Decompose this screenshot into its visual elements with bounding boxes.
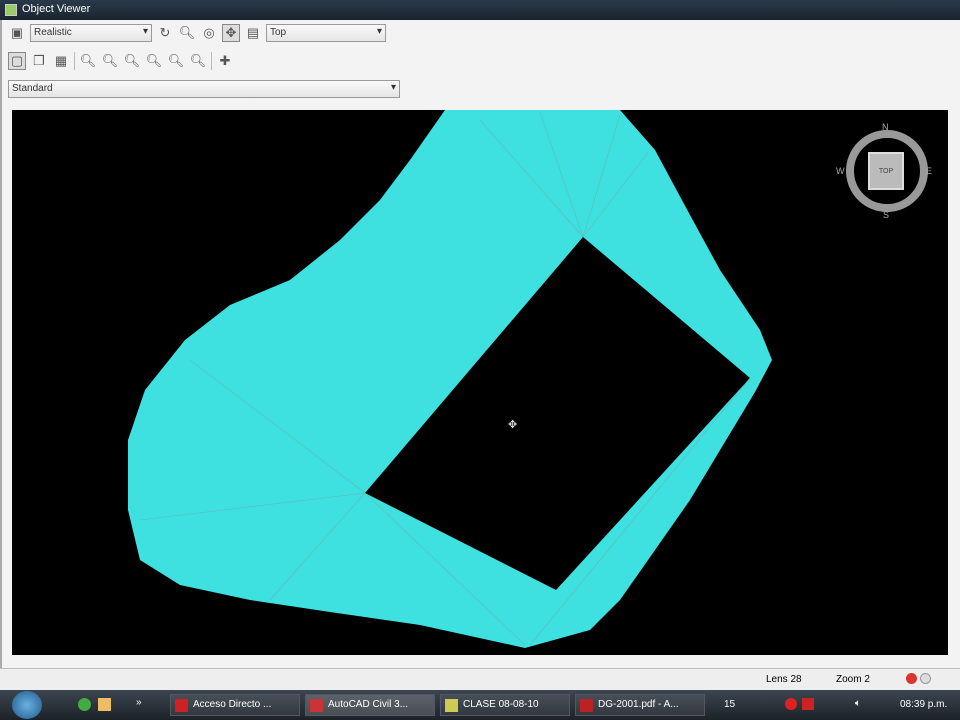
zoom-out-icon[interactable]: 🔍︎ (167, 52, 185, 70)
lens-readout: Lens 28 (766, 674, 802, 685)
start-button[interactable] (12, 691, 42, 719)
3d-viewport[interactable]: ✥ (12, 110, 948, 655)
zoom-realtime-icon[interactable]: 🔍︎ (79, 52, 97, 70)
explorer-icon[interactable] (98, 698, 111, 711)
orbit-icon[interactable]: ↻ (156, 24, 174, 42)
save-icon[interactable]: ▣ (8, 24, 26, 42)
view-select[interactable]: Top (266, 24, 386, 42)
compass-south[interactable]: S (883, 210, 889, 220)
zoom-window-icon[interactable]: 🔍︎ (101, 52, 119, 70)
viewcube[interactable]: TOP (868, 152, 904, 190)
compass-west[interactable]: W (836, 166, 845, 176)
taskbar: » Acceso Directo ... AutoCAD Civil 3... … (0, 690, 960, 720)
clock[interactable]: 08:39 p.m. (900, 699, 947, 710)
compass-north[interactable]: N (882, 122, 889, 132)
stop-icon[interactable] (920, 673, 931, 684)
zoom-readout: Zoom 2 (836, 674, 870, 685)
zoom-icon[interactable]: 🔍︎ (178, 24, 196, 42)
window-title: Object Viewer (22, 3, 91, 15)
more-icon[interactable]: » (136, 697, 142, 708)
zoom-in-icon[interactable]: 🔍︎ (145, 52, 163, 70)
surface-model: ✥ (128, 110, 772, 648)
zoom-previous-icon[interactable]: 🔍︎ (189, 52, 207, 70)
compass-east[interactable]: E (926, 166, 932, 176)
render-icon[interactable]: ▤ (244, 24, 262, 42)
viewport-icon[interactable]: ▢ (8, 52, 26, 70)
task-acceso-directo[interactable]: Acceso Directo ... (170, 694, 300, 716)
record-icon[interactable] (906, 673, 917, 684)
view-style-select[interactable]: Standard (8, 80, 400, 98)
separator (211, 52, 212, 70)
task-autocad[interactable]: AutoCAD Civil 3... (305, 694, 435, 716)
toolbar-row-2: ▢ ❐ ▦ 🔍︎ 🔍︎ 🔍︎ 🔍︎ 🔍︎ 🔍︎ ✚ (8, 52, 234, 70)
app-icon (5, 4, 17, 16)
steering-wheel-icon[interactable]: ◎ (200, 24, 218, 42)
pan-cursor-icon: ✥ (508, 419, 517, 431)
app-icon (175, 699, 188, 712)
tray-icon[interactable] (785, 698, 797, 710)
folder-icon (445, 699, 458, 712)
zoom-extents-icon[interactable]: 🔍︎ (123, 52, 141, 70)
pan-icon[interactable]: ✥ (222, 24, 240, 42)
copy-icon[interactable]: ❐ (30, 52, 48, 70)
task-clase[interactable]: CLASE 08-08-10 (440, 694, 570, 716)
separator (74, 52, 75, 70)
status-bar: Lens 28 Zoom 2 (0, 668, 960, 690)
visual-style-select[interactable]: Realistic (30, 24, 152, 42)
toolbar-row-1: ▣ Realistic ↻ 🔍︎ ◎ ✥ ▤ Top (8, 24, 386, 42)
tray-number: 15 (724, 699, 736, 710)
paste-icon[interactable]: ▦ (52, 52, 70, 70)
toolbar-row-3: Standard (8, 80, 400, 98)
pdf-icon (580, 699, 593, 712)
tray-n-icon[interactable] (802, 698, 814, 710)
autocad-icon (310, 699, 323, 712)
volume-icon[interactable]: 🔈︎ (855, 698, 861, 709)
title-bar: Object Viewer (0, 0, 960, 20)
task-pdf[interactable]: DG-2001.pdf - A... (575, 694, 705, 716)
chrome-icon[interactable] (78, 698, 91, 711)
pan-cross-icon[interactable]: ✚ (216, 52, 234, 70)
